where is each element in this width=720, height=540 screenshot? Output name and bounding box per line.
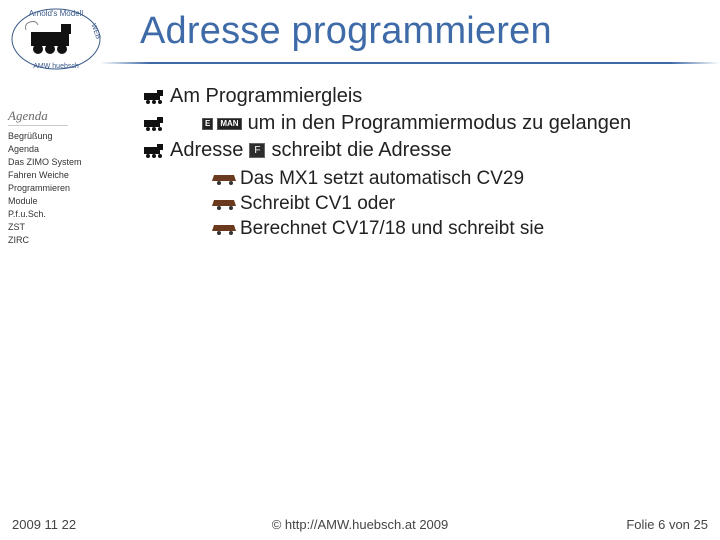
- sub-bullet-text: Berechnet CV17/18 und schreibt sie: [240, 218, 544, 240]
- content: Am Programmiergleis E MAN um in den Prog…: [140, 85, 710, 243]
- locomotive-icon: [140, 117, 170, 131]
- page-total: 25: [694, 517, 708, 532]
- sub-bullet-text: Das MX1 setzt automatisch CV29: [240, 168, 524, 190]
- key-badge: MAN: [217, 118, 241, 130]
- sub-bullet-row: Berechnet CV17/18 und schreibt sie: [210, 218, 710, 240]
- bullet-text: Adresse F schreibt die Adresse: [170, 139, 452, 162]
- sidebar-item: Programmieren: [8, 182, 123, 195]
- svg-text:WEB: WEB: [89, 23, 101, 41]
- svg-text:Arnold's Modell: Arnold's Modell: [29, 9, 84, 18]
- bullet-text: Am Programmiergleis: [170, 85, 362, 108]
- wagon-icon: [210, 223, 240, 235]
- bullet-row: Am Programmiergleis: [140, 85, 710, 108]
- bullet-row: Adresse F schreibt die Adresse: [140, 139, 710, 162]
- title-underline: [100, 62, 720, 64]
- sidebar-item: ZIRC: [8, 234, 123, 247]
- sub-bullet-row: Schreibt CV1 oder: [210, 193, 710, 215]
- footer-page: Folie 6 von 25: [626, 517, 708, 532]
- sub-list: Das MX1 setzt automatisch CV29 Schreibt …: [210, 168, 710, 240]
- sub-bullet-row: Das MX1 setzt automatisch CV29: [210, 168, 710, 190]
- key-badge: E: [202, 118, 213, 130]
- sidebar-item: Module: [8, 195, 123, 208]
- footer-date: 2009 11 22: [12, 517, 76, 532]
- sidebar: Begrüßung Agenda Das ZIMO System Fahren …: [8, 130, 123, 247]
- locomotive-icon: [140, 144, 170, 158]
- header: Arnold's Modell WEB AMW huebsch Adresse …: [0, 0, 720, 78]
- locomotive-icon: [140, 90, 170, 104]
- page-title: Adresse programmieren: [140, 10, 552, 53]
- footer-copyright: © http://AMW.huebsch.at 2009: [272, 517, 449, 532]
- wagon-icon: [210, 173, 240, 185]
- footer: 2009 11 22 © http://AMW.huebsch.at 2009 …: [0, 517, 720, 532]
- bullet-text: E MAN um in den Programmiermodus zu gela…: [170, 112, 631, 135]
- text-fragment: schreibt die Adresse: [271, 139, 451, 162]
- text-fragment: um in den Programmiermodus zu gelangen: [248, 112, 632, 135]
- text-fragment: von: [665, 517, 693, 532]
- text-fragment: Adresse: [170, 139, 243, 162]
- sidebar-item: Fahren Weiche: [8, 169, 123, 182]
- wagon-icon: [210, 198, 240, 210]
- logo: Arnold's Modell WEB AMW huebsch: [6, 2, 106, 77]
- sidebar-item: Das ZIMO System: [8, 156, 123, 169]
- svg-text:AMW huebsch: AMW huebsch: [33, 63, 79, 70]
- text-fragment: Folie: [626, 517, 658, 532]
- sidebar-item: ZST: [8, 221, 123, 234]
- sub-bullet-text: Schreibt CV1 oder: [240, 193, 395, 215]
- agenda-heading: Agenda: [8, 108, 68, 126]
- sidebar-item: P.f.u.Sch.: [8, 208, 123, 221]
- bullet-row: E MAN um in den Programmiermodus zu gela…: [140, 112, 710, 135]
- sidebar-item: Begrüßung: [8, 130, 123, 143]
- sidebar-item: Agenda: [8, 143, 123, 156]
- key-badge: F: [249, 143, 265, 158]
